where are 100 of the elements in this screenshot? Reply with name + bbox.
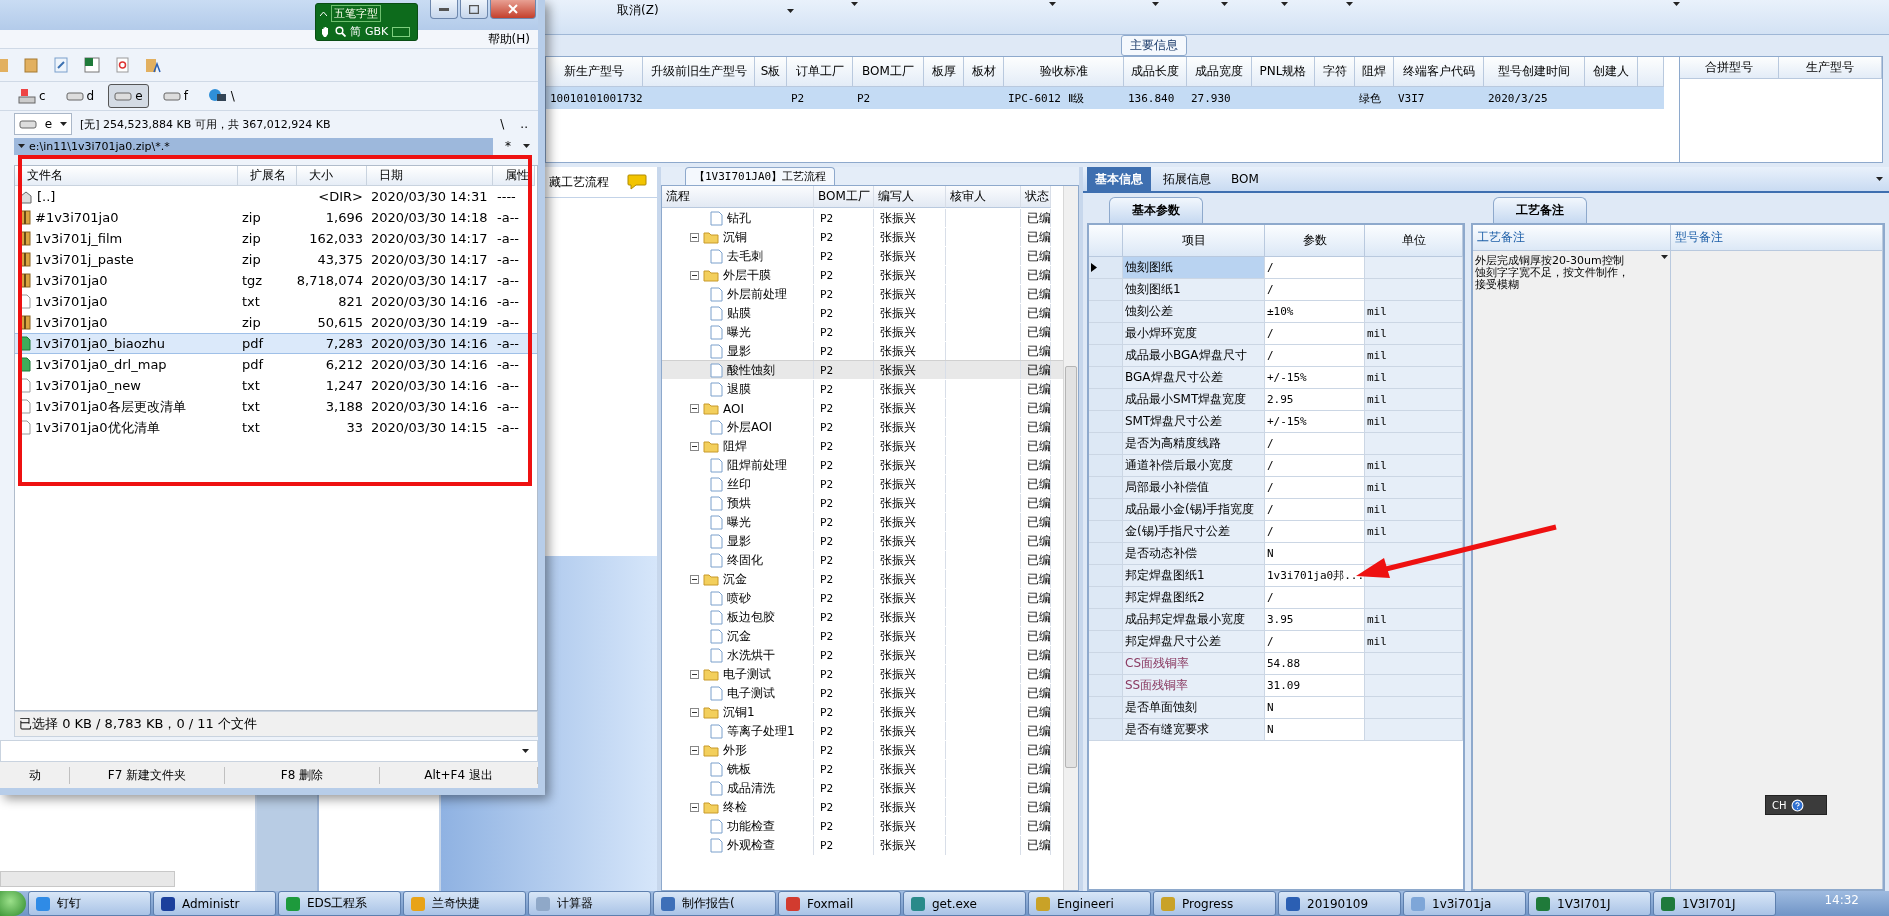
taskbar-item[interactable]: 1V3I701J bbox=[1528, 891, 1651, 916]
file-row[interactable]: 1v3i701j_paste zip 43,375 2020/03/30 14:17 -a-- bbox=[15, 249, 537, 270]
collapse-icon[interactable] bbox=[690, 404, 699, 413]
drive-button[interactable]: c bbox=[12, 84, 52, 108]
parameter-value[interactable]: / bbox=[1265, 587, 1365, 609]
taskbar-item[interactable]: 兰奇快捷 bbox=[403, 891, 526, 916]
row-header-cell[interactable] bbox=[1089, 675, 1123, 697]
flow-row[interactable]: 酸性蚀刻 P2 张振兴 已编 bbox=[662, 360, 1063, 379]
parameter-value[interactable]: +/-15% bbox=[1265, 367, 1365, 389]
keyboard-icon[interactable] bbox=[392, 26, 411, 37]
file-row[interactable]: 1v3i701ja0_drl_map pdf 6,212 2020/03/30 14:16 -a-- bbox=[15, 354, 537, 375]
file-row[interactable]: 1v3i701j_film zip 162,033 2020/03/30 14:17 -a-- bbox=[15, 228, 537, 249]
drive-button[interactable]: f bbox=[156, 84, 194, 108]
collapse-icon[interactable] bbox=[690, 670, 699, 679]
column-header[interactable]: S板 bbox=[755, 57, 787, 87]
parameter-value[interactable]: 31.09 bbox=[1265, 675, 1365, 697]
folder-icon[interactable] bbox=[24, 57, 38, 73]
font-folder-icon[interactable] bbox=[145, 57, 161, 73]
parameter-value[interactable]: 3.95 bbox=[1265, 609, 1365, 631]
column-header[interactable]: 大小 bbox=[297, 166, 367, 186]
drive-button[interactable]: d bbox=[59, 84, 101, 108]
row-header-cell[interactable] bbox=[1089, 323, 1123, 345]
collapse-icon[interactable] bbox=[690, 233, 699, 242]
speech-bubble-icon[interactable] bbox=[627, 174, 647, 190]
column-header[interactable]: 字符 bbox=[1315, 57, 1355, 87]
row-header-cell[interactable] bbox=[1089, 477, 1123, 499]
edit-document-icon[interactable] bbox=[54, 57, 68, 73]
dropdown-caret-icon[interactable] bbox=[1152, 2, 1159, 6]
dropdown-caret-icon[interactable] bbox=[1281, 2, 1288, 6]
row-header-cell[interactable] bbox=[1089, 499, 1123, 521]
charset-toggle[interactable]: 简 bbox=[350, 24, 361, 39]
column-header[interactable]: 创建人 bbox=[1585, 57, 1638, 87]
column-header[interactable]: 单位 bbox=[1365, 225, 1463, 257]
taskbar-item[interactable]: 计算器 bbox=[528, 891, 651, 916]
taskbar-item[interactable]: 制作报告( bbox=[653, 891, 776, 916]
function-key-button[interactable]: Alt+F4 退出 bbox=[380, 766, 538, 784]
column-header[interactable]: 状态 bbox=[1021, 186, 1051, 208]
column-header[interactable]: 成品宽度 bbox=[1187, 57, 1252, 87]
parameter-value[interactable]: / bbox=[1265, 345, 1365, 367]
column-header[interactable]: 合拼型号 bbox=[1680, 57, 1779, 79]
column-header[interactable]: 流程 bbox=[662, 186, 814, 208]
file-row[interactable]: 1v3i701ja0_biaozhu pdf 7,283 2020/03/30 14:16 -a-- bbox=[15, 333, 537, 354]
file-row[interactable]: 1v3i701ja0各层更改清单 txt 3,188 2020/03/30 14:16 -a-- bbox=[15, 396, 537, 417]
row-header-cell[interactable] bbox=[1089, 411, 1123, 433]
command-field[interactable] bbox=[0, 740, 538, 762]
dropdown-caret-icon[interactable] bbox=[787, 8, 794, 13]
sub-tab[interactable]: 工艺备注 bbox=[1493, 197, 1587, 223]
cancel-menu[interactable]: 取消(Z) bbox=[617, 2, 659, 19]
column-header[interactable]: 属性 bbox=[493, 166, 535, 186]
panel-tab[interactable]: 藏工艺流程 bbox=[549, 173, 609, 191]
function-key-button[interactable]: F8 删除 bbox=[225, 766, 380, 784]
column-header[interactable]: 终端客户代码 bbox=[1394, 57, 1484, 87]
column-header[interactable]: 编写人 bbox=[874, 186, 946, 208]
taskbar-item[interactable]: EDS工程系 bbox=[278, 891, 401, 916]
column-header[interactable]: BOM工厂 bbox=[814, 186, 874, 208]
column-header[interactable]: BOM工厂 bbox=[853, 57, 924, 87]
file-row[interactable]: #1v3i701ja0 zip 1,696 2020/03/30 14:18 -a-- bbox=[15, 207, 537, 228]
row-header-cell[interactable] bbox=[1089, 301, 1123, 323]
column-header[interactable]: 升级前旧生产型号 bbox=[643, 57, 755, 87]
history-caret-icon[interactable] bbox=[523, 144, 530, 148]
dropdown-caret-icon[interactable] bbox=[1221, 2, 1228, 6]
file-row[interactable]: 1v3i701ja0优化清单 txt 33 2020/03/30 14:15 -a-- bbox=[15, 417, 537, 438]
row-header-cell[interactable] bbox=[1089, 609, 1123, 631]
taskbar-item[interactable]: Foxmail bbox=[778, 891, 901, 916]
drive-button[interactable]: \ bbox=[201, 84, 241, 108]
up-button[interactable]: .. bbox=[516, 117, 532, 131]
file-row[interactable]: 1v3i701ja0_new txt 1,247 2020/03/30 14:16 -a-- bbox=[15, 375, 537, 396]
dropdown-caret-icon[interactable] bbox=[1049, 2, 1056, 6]
minimize-button[interactable] bbox=[430, 0, 458, 19]
column-header[interactable]: 参数 bbox=[1265, 225, 1365, 257]
taskbar-item[interactable]: 1v3i701ja bbox=[1403, 891, 1526, 916]
row-header-cell[interactable] bbox=[1089, 257, 1123, 279]
caret-icon[interactable] bbox=[522, 749, 529, 753]
start-button[interactable] bbox=[0, 891, 26, 916]
column-header[interactable]: 阻焊 bbox=[1355, 57, 1394, 87]
taskbar-item[interactable]: 钉钉 bbox=[28, 891, 151, 916]
row-header-cell[interactable] bbox=[1089, 345, 1123, 367]
parameter-value[interactable]: / bbox=[1265, 257, 1365, 279]
parameter-value[interactable]: / bbox=[1265, 631, 1365, 653]
parameter-value[interactable]: / bbox=[1265, 499, 1365, 521]
sub-tab[interactable]: 基本参数 bbox=[1109, 197, 1203, 223]
path-bar[interactable]: e:\in11\1v3i701ja0.zip\*.* bbox=[14, 137, 493, 155]
input-mode[interactable]: 五笔字型 bbox=[331, 5, 381, 22]
parameter-value[interactable]: / bbox=[1265, 323, 1365, 345]
tab[interactable]: BOM bbox=[1223, 167, 1267, 191]
parameter-value[interactable]: N bbox=[1265, 697, 1365, 719]
taskbar-item[interactable]: 1V3I701J bbox=[1653, 891, 1776, 916]
taskbar-item[interactable]: Engineeri bbox=[1028, 891, 1151, 916]
column-header[interactable]: 型号备注 bbox=[1671, 225, 1883, 251]
drive-button[interactable]: e bbox=[108, 84, 149, 108]
parameter-value[interactable]: N bbox=[1265, 543, 1365, 565]
taskbar-item[interactable]: Progress bbox=[1153, 891, 1276, 916]
parameter-value[interactable]: +/-15% bbox=[1265, 411, 1365, 433]
close-button[interactable] bbox=[490, 0, 536, 19]
column-header[interactable]: 验收标准 bbox=[1004, 57, 1124, 87]
parameter-value[interactable]: / bbox=[1265, 477, 1365, 499]
filter-button[interactable]: * bbox=[501, 139, 515, 153]
taskbar-item[interactable]: 20190109 bbox=[1278, 891, 1401, 916]
tab[interactable]: 拓展信息 bbox=[1155, 167, 1219, 191]
row-header-cell[interactable] bbox=[1089, 455, 1123, 477]
